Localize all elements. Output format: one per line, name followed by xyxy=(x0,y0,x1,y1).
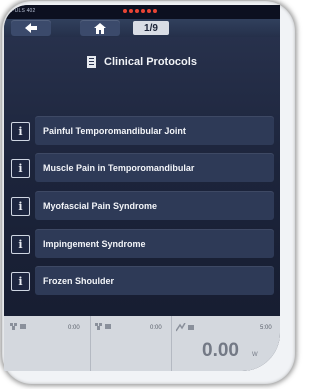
divider xyxy=(171,316,172,371)
info-button[interactable]: i xyxy=(11,197,30,216)
brand-label: VIPULS 402 xyxy=(6,8,36,14)
page-title: Clinical Protocols xyxy=(104,56,197,68)
device-frame: VIPULS 402 1/9 Clinical Protocols i Pain… xyxy=(2,1,295,384)
status-dot xyxy=(153,9,157,13)
power-icon xyxy=(176,323,194,332)
info-icon: i xyxy=(18,200,23,213)
protocol-label: Frozen Shoulder xyxy=(43,275,115,286)
info-button[interactable]: i xyxy=(11,159,30,178)
protocol-button[interactable]: Myofascial Pain Syndrome xyxy=(35,191,274,220)
list-item[interactable]: i Muscle Pain in Temporomandibular xyxy=(4,153,280,182)
power-unit: W xyxy=(252,352,258,358)
protocol-button[interactable]: Impingement Syndrome xyxy=(35,229,274,258)
list-item[interactable]: i Myofascial Pain Syndrome xyxy=(4,191,280,220)
home-icon xyxy=(94,22,106,34)
device-screen: VIPULS 402 1/9 Clinical Protocols i Pain… xyxy=(4,5,280,371)
info-icon: i xyxy=(18,275,23,288)
protocol-label: Painful Temporomandibular Joint xyxy=(43,125,186,136)
protocol-button[interactable]: Muscle Pain in Temporomandibular xyxy=(35,153,274,182)
document-icon xyxy=(87,56,97,68)
info-button[interactable]: i xyxy=(11,122,30,141)
protocol-label: Muscle Pain in Temporomandibular xyxy=(43,162,195,173)
status-dot xyxy=(123,9,127,13)
info-icon: i xyxy=(18,162,23,175)
protocol-label: Myofascial Pain Syndrome xyxy=(43,200,158,211)
divider xyxy=(90,316,91,371)
timer-value: 5:00 xyxy=(260,325,272,331)
info-icon: i xyxy=(18,238,23,251)
channel-timer-icon xyxy=(10,323,26,330)
status-bar: VIPULS 402 xyxy=(4,5,280,19)
list-item[interactable]: i Impingement Syndrome xyxy=(4,229,280,258)
protocol-label: Impingement Syndrome xyxy=(43,238,146,249)
status-indicator xyxy=(123,9,159,15)
arrow-left-icon xyxy=(25,23,37,33)
timer-value: 0:00 xyxy=(68,325,80,331)
list-item[interactable]: i Frozen Shoulder xyxy=(4,266,280,295)
info-button[interactable]: i xyxy=(11,272,30,291)
back-button[interactable] xyxy=(11,20,51,36)
status-dot xyxy=(129,9,133,13)
protocol-button[interactable]: Painful Temporomandibular Joint xyxy=(35,116,274,145)
page-indicator: 1/9 xyxy=(133,21,169,35)
status-dot xyxy=(147,9,151,13)
status-dot xyxy=(135,9,139,13)
status-dot xyxy=(141,9,145,13)
info-button[interactable]: i xyxy=(11,235,30,254)
channel-timer-icon xyxy=(95,323,111,330)
home-button[interactable] xyxy=(80,20,120,36)
status-footer: 0:00 0:00 5:00 0.00 W xyxy=(4,316,280,371)
timer-value: 0:00 xyxy=(150,325,162,331)
nav-bar: 1/9 xyxy=(4,19,280,37)
screen-header: Clinical Protocols xyxy=(4,37,280,87)
list-item[interactable]: i Painful Temporomandibular Joint xyxy=(4,116,280,145)
protocol-button[interactable]: Frozen Shoulder xyxy=(35,266,274,295)
info-icon: i xyxy=(18,125,23,138)
power-value: 0.00 xyxy=(202,340,239,361)
